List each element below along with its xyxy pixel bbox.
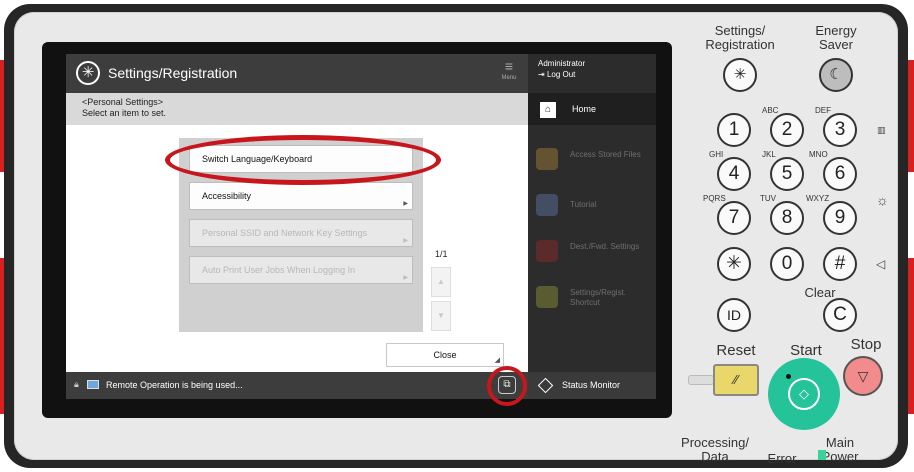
lock-icon: 🔒︎	[74, 379, 79, 389]
start-indicator-dot	[786, 374, 791, 379]
key-7[interactable]: 7	[717, 201, 751, 235]
list-item-personal-ssid: Personal SSID and Network Key Settings ▶	[189, 219, 413, 247]
breadcrumb: <Personal Settings>	[82, 97, 164, 107]
menu-button[interactable]: ≡ Menu	[496, 58, 522, 88]
sidebar-item-tutorial: Tutorial	[528, 184, 656, 230]
key-5[interactable]: 5	[770, 157, 804, 191]
start-diamond-icon: ◇	[788, 378, 820, 410]
book-icon	[536, 240, 558, 262]
key-9-letters: WXYZ	[806, 194, 830, 203]
key-7-letters: PQRS	[703, 194, 726, 203]
counter-icon: ▥	[877, 125, 886, 135]
status-message: Remote Operation is being used...	[106, 380, 243, 390]
key-3-letters: DEF	[815, 106, 831, 115]
chevron-right-icon: ▶	[403, 201, 408, 207]
stop-key[interactable]: ▽	[843, 356, 883, 396]
key-8-letters: TUV	[760, 194, 776, 203]
home-label: Home	[572, 104, 597, 114]
sidebar-item-dest-fwd-settings: Dest./Fwd. Settings	[528, 230, 656, 276]
key-4-letters: GHI	[709, 150, 724, 159]
key-0[interactable]: 0	[770, 247, 804, 281]
menu-icon: ≡	[504, 58, 514, 74]
list-item-accessibility[interactable]: Accessibility ▶	[189, 182, 413, 210]
key-6[interactable]: 6	[823, 157, 857, 191]
list-item-label: Accessibility	[202, 191, 252, 201]
info-bar: <Personal Settings> Select an item to se…	[66, 93, 528, 125]
sidebar-item-label: Dest./Fwd. Settings	[570, 242, 640, 251]
page-indicator: 1/1	[435, 249, 448, 259]
clear-key[interactable]: C	[823, 298, 857, 332]
logout-link[interactable]: Log Out	[547, 70, 575, 79]
key-3[interactable]: 3	[823, 113, 857, 147]
remote-ui-icon	[87, 380, 99, 389]
sidebar-item-label: Settings/Regist. Shortcut	[570, 288, 627, 307]
user-name: Administrator	[538, 59, 586, 68]
signpost-icon	[536, 194, 558, 216]
status-monitor-button[interactable]: Status Monitor	[528, 372, 656, 399]
user-info[interactable]: Administrator ⇥ Log Out	[538, 58, 585, 80]
scroll-up-button: ▲	[431, 267, 451, 297]
list-item-label: Personal SSID and Network Key Settings	[202, 228, 368, 238]
key-5-letters: JKL	[762, 150, 776, 159]
error-label: Error	[767, 451, 797, 466]
sidebar-item-settings-shortcut: Settings/Regist. Shortcut	[528, 276, 656, 322]
settings-registration-key[interactable]: ✳	[723, 58, 757, 92]
hash-key[interactable]: #	[823, 247, 857, 281]
folder-icon	[536, 148, 558, 170]
shortcut-icon	[536, 286, 558, 308]
key-1[interactable]: 1	[717, 113, 751, 147]
logout-icon: ⇥	[538, 70, 547, 79]
star-key[interactable]: ✳	[717, 247, 751, 281]
instruction-text: Select an item to set.	[82, 108, 167, 118]
touch-screen: ✳ Settings/Registration ≡ Menu <Personal…	[66, 54, 656, 399]
key-8[interactable]: 8	[770, 201, 804, 235]
list-item-label: Auto Print User Jobs When Logging In	[202, 265, 356, 275]
highlight-ellipse	[165, 135, 441, 185]
main-power-led	[818, 450, 826, 460]
key-9[interactable]: 9	[823, 201, 857, 235]
sidebar-item-label: Tutorial	[570, 200, 597, 209]
status-monitor-label: Status Monitor	[562, 380, 621, 390]
card-slot	[688, 375, 714, 385]
start-key[interactable]: ◇	[768, 358, 840, 430]
title-bar: ✳ Settings/Registration ≡ Menu	[66, 54, 528, 93]
corner-arrow-icon: ◢	[494, 357, 500, 364]
close-label: Close	[433, 350, 457, 360]
key-2-letters: ABC	[762, 106, 779, 115]
key-6-letters: MNO	[809, 150, 828, 159]
chevron-right-icon: ▶	[403, 275, 408, 281]
chevron-right-icon: ▶	[403, 238, 408, 244]
sidebar-item-access-stored-files: Access Stored Files	[528, 138, 656, 184]
brightness-icon: ☼	[876, 192, 889, 208]
home-button[interactable]: ⌂ Home	[528, 93, 656, 125]
energy-saver-label: Energy Saver	[815, 23, 857, 52]
side-menu: Administrator ⇥ Log Out ⌂ Home Access St…	[528, 54, 656, 399]
settings-registration-label: Settings/ Registration	[705, 23, 775, 52]
status-bar: 🔒︎ Remote Operation is being used... ⧉	[66, 372, 528, 399]
reset-label: Reset	[716, 342, 756, 359]
settings-asterisk-icon: ✳	[76, 61, 100, 85]
close-button[interactable]: Close ◢	[386, 343, 504, 367]
page-title: Settings/Registration	[108, 65, 238, 81]
key-4[interactable]: 4	[717, 157, 751, 191]
scroll-down-button: ▼	[431, 301, 451, 331]
id-key[interactable]: ID	[717, 298, 751, 332]
menu-label: Menu	[501, 75, 517, 81]
energy-saver-key[interactable]: ☾	[819, 58, 853, 92]
key-2[interactable]: 2	[770, 113, 804, 147]
volume-icon: ◁	[876, 257, 886, 271]
reset-key[interactable]: ⁄⁄	[713, 364, 759, 396]
highlight-circle	[487, 366, 527, 406]
home-icon: ⌂	[540, 102, 556, 118]
stop-label: Stop	[850, 336, 882, 353]
list-item-auto-print: Auto Print User Jobs When Logging In ▶	[189, 256, 413, 284]
processing-data-label: Processing/ Data	[681, 435, 749, 464]
status-monitor-icon	[537, 377, 554, 394]
start-label: Start	[790, 342, 822, 359]
sidebar-item-label: Access Stored Files	[570, 150, 641, 159]
